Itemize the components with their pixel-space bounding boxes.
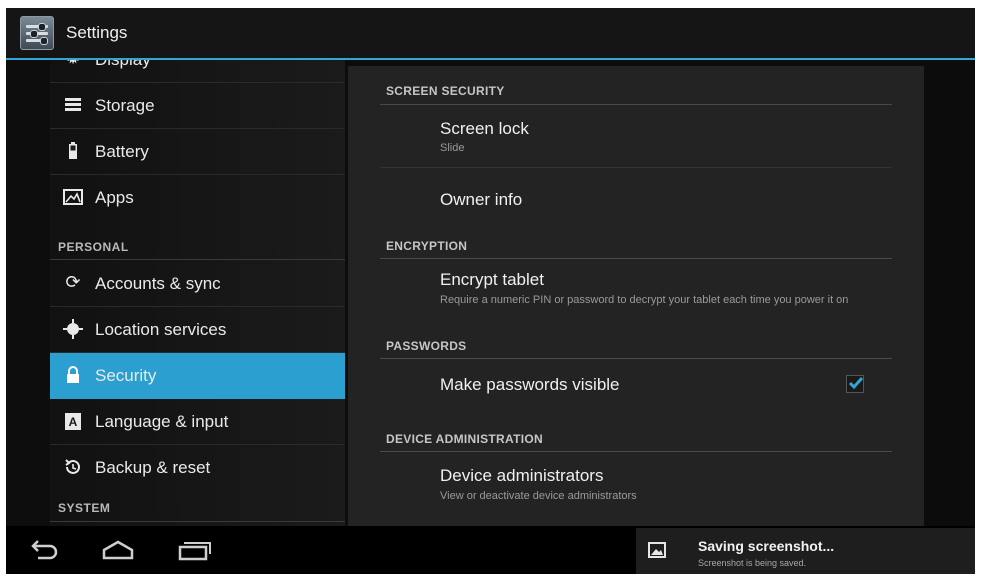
sidebar-item-label: Display: [95, 60, 151, 70]
sidebar-item-apps[interactable]: Apps: [50, 175, 345, 221]
pref-screen-lock[interactable]: Screen lock Slide: [380, 105, 892, 167]
section-header-screen-security: SCREEN SECURITY: [386, 84, 505, 98]
sidebar-item-label: Location services: [95, 320, 227, 339]
sidebar-item-storage[interactable]: Storage: [50, 83, 345, 129]
pref-owner-info[interactable]: Owner info: [380, 168, 892, 232]
tablet-screen: Settings ✹ Display Storage Battery: [6, 8, 975, 574]
pref-title: Device administrators: [440, 466, 604, 485]
sidebar-item-label: Backup & reset: [95, 458, 211, 477]
recents-icon[interactable]: [174, 536, 214, 564]
action-bar: Settings: [6, 8, 975, 60]
sidebar-item-location[interactable]: Location services: [50, 307, 345, 353]
sidebar-item-accounts-sync[interactable]: ⟳ Accounts & sync: [50, 261, 345, 307]
notification-text: Screenshot is being saved.: [698, 558, 807, 568]
passwords-visible-checkbox[interactable]: [846, 375, 864, 393]
sidebar-item-backup[interactable]: Backup & reset: [50, 445, 345, 491]
left-margin: [6, 60, 50, 526]
section-header-system: SYSTEM: [58, 501, 111, 515]
back-icon[interactable]: [24, 536, 64, 564]
pref-summary: Require a numeric PIN or password to dec…: [440, 294, 849, 306]
pref-title: Screen lock: [440, 119, 529, 138]
pref-title: Encrypt tablet: [440, 270, 544, 289]
sidebar-item-label: Accounts & sync: [95, 274, 221, 293]
storage-icon: [62, 94, 84, 116]
sidebar-item-label: Storage: [95, 96, 155, 115]
app-title: Settings: [66, 23, 128, 42]
location-icon: [62, 318, 84, 340]
pref-make-passwords-visible[interactable]: Make passwords visible: [380, 359, 892, 423]
sidebar-item-label: Battery: [95, 142, 149, 161]
screenshot-notification[interactable]: Saving screenshot... Screenshot is being…: [636, 528, 975, 574]
section-header-passwords: PASSWORDS: [386, 339, 467, 353]
sidebar-item-security[interactable]: Security: [50, 353, 345, 399]
settings-sidebar: ✹ Display Storage Battery Apps PERSONAL: [50, 60, 345, 526]
battery-icon: [62, 140, 84, 162]
lock-icon: [62, 364, 84, 386]
home-icon[interactable]: [98, 536, 138, 564]
sync-icon: ⟳: [65, 272, 81, 293]
language-icon: A: [62, 410, 84, 432]
notification-title: Saving screenshot...: [698, 538, 835, 554]
section-header-device-administration: DEVICE ADMINISTRATION: [386, 432, 543, 446]
pref-summary: View or deactivate device administrators: [440, 490, 637, 502]
backup-icon: [62, 456, 84, 478]
security-settings-panel: SCREEN SECURITY Screen lock Slide Owner …: [348, 66, 924, 526]
pref-title: Owner info: [440, 190, 523, 209]
section-header-personal: PERSONAL: [58, 240, 129, 254]
pref-device-administrators[interactable]: Device administrators View or deactivate…: [380, 452, 892, 516]
image-icon: [648, 541, 666, 559]
divider: [50, 259, 345, 260]
svg-text:A: A: [69, 415, 78, 429]
system-navigation-bar: Saving screenshot... Screenshot is being…: [6, 526, 975, 574]
display-icon: ✹: [62, 60, 84, 70]
pref-encrypt-tablet[interactable]: Encrypt tablet Require a numeric PIN or …: [380, 259, 892, 327]
sidebar-item-display[interactable]: ✹ Display: [50, 60, 345, 83]
pref-title: Make passwords visible: [440, 375, 620, 394]
pref-summary: Slide: [440, 142, 465, 154]
sidebar-item-label: Apps: [95, 188, 134, 207]
sidebar-item-label: Language & input: [95, 412, 229, 431]
section-header-encryption: ENCRYPTION: [386, 239, 468, 253]
settings-icon[interactable]: [20, 16, 54, 50]
apps-icon: [62, 186, 84, 208]
sidebar-item-language[interactable]: A Language & input: [50, 399, 345, 445]
sidebar-item-label: Security: [95, 366, 157, 385]
sidebar-item-battery[interactable]: Battery: [50, 129, 345, 175]
divider: [50, 521, 345, 522]
